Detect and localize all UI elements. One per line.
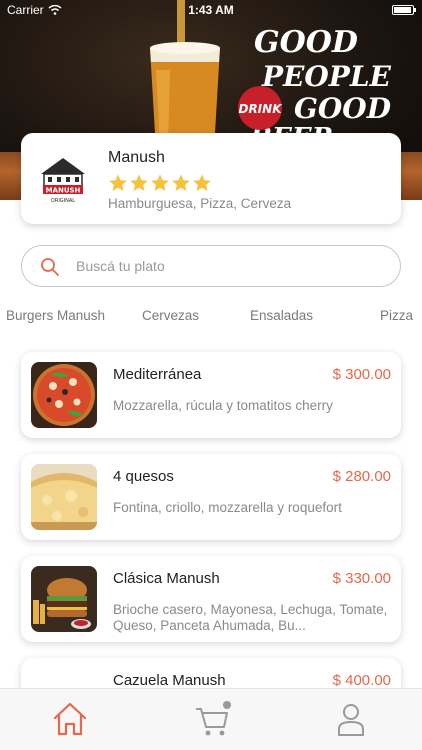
category-tabs: Burgers Manush Cervezas Ensaladas Pizza (0, 306, 422, 328)
product-card[interactable]: Cazuela Manush $ 400.00 (21, 658, 401, 688)
product-price: $ 280.00 (332, 468, 391, 485)
restaurant-logo: MANUSH ORIGINAL (41, 158, 85, 204)
tab-bar (0, 688, 422, 750)
search-input[interactable] (76, 246, 386, 286)
search-bar[interactable] (21, 245, 401, 287)
product-card[interactable]: Clásica Manush $ 330.00 Brioche casero, … (21, 556, 401, 642)
product-name: Cazuela Manush (113, 672, 226, 688)
cart-icon[interactable] (192, 699, 232, 739)
cazuela-image (31, 668, 97, 688)
drink-badge: DRINK (238, 102, 283, 116)
pizza-4-quesos-image (31, 464, 97, 530)
star-icon (109, 174, 127, 191)
product-description: Brioche casero, Mayonesa, Lechuga, Tomat… (113, 602, 388, 633)
poster-line-3: GOOD (294, 92, 392, 125)
restaurant-card[interactable]: MANUSH ORIGINAL Manush Hamburguesa, Pizz… (21, 133, 401, 224)
category-burgers-manush[interactable]: Burgers Manush (6, 308, 105, 323)
product-name: Clásica Manush (113, 570, 220, 587)
product-card[interactable]: Mediterránea $ 300.00 Mozzarella, rúcula… (21, 352, 401, 438)
user-icon[interactable] (331, 699, 371, 739)
star-icon (130, 174, 148, 191)
category-ensaladas[interactable]: Ensaladas (250, 308, 313, 323)
search-icon (41, 258, 59, 276)
star-icon (193, 174, 211, 191)
status-bar: Carrier 1:43 AM (0, 0, 422, 20)
logo-subtext: ORIGINAL (51, 198, 75, 204)
burger-clasica-image (31, 566, 97, 632)
rating-stars (108, 173, 212, 193)
category-cervezas[interactable]: Cervezas (142, 308, 199, 323)
product-name: 4 quesos (113, 468, 174, 485)
star-icon (172, 174, 190, 191)
pizza-mediterranea-image (31, 362, 97, 428)
category-pizza[interactable]: Pizza (380, 308, 413, 323)
clock: 1:43 AM (188, 3, 234, 17)
product-description: Mozzarella, rúcula y tomatitos cherry (113, 398, 333, 413)
product-price: $ 330.00 (332, 570, 391, 587)
product-description: Fontina, criollo, mozzarella y roquefort (113, 500, 342, 515)
poster-line-2: PEOPLE (261, 60, 392, 93)
restaurant-tags: Hamburguesa, Pizza, Cerveza (108, 196, 292, 211)
product-price: $ 400.00 (332, 672, 391, 688)
product-name: Mediterránea (113, 366, 202, 383)
restaurant-name: Manush (108, 149, 165, 166)
product-list: Mediterránea $ 300.00 Mozzarella, rúcula… (0, 340, 422, 688)
product-price: $ 300.00 (332, 366, 391, 383)
star-icon (151, 174, 169, 191)
product-card[interactable]: 4 quesos $ 280.00 Fontina, criollo, mozz… (21, 454, 401, 540)
battery-icon (392, 5, 416, 15)
poster-line-1: GOOD (254, 25, 358, 60)
good-people-good-beer-poster: GOOD PEOPLE GOOD BEER DRINK (238, 25, 392, 138)
logo-text: MANUSH (46, 187, 81, 195)
home-icon[interactable] (50, 699, 90, 739)
